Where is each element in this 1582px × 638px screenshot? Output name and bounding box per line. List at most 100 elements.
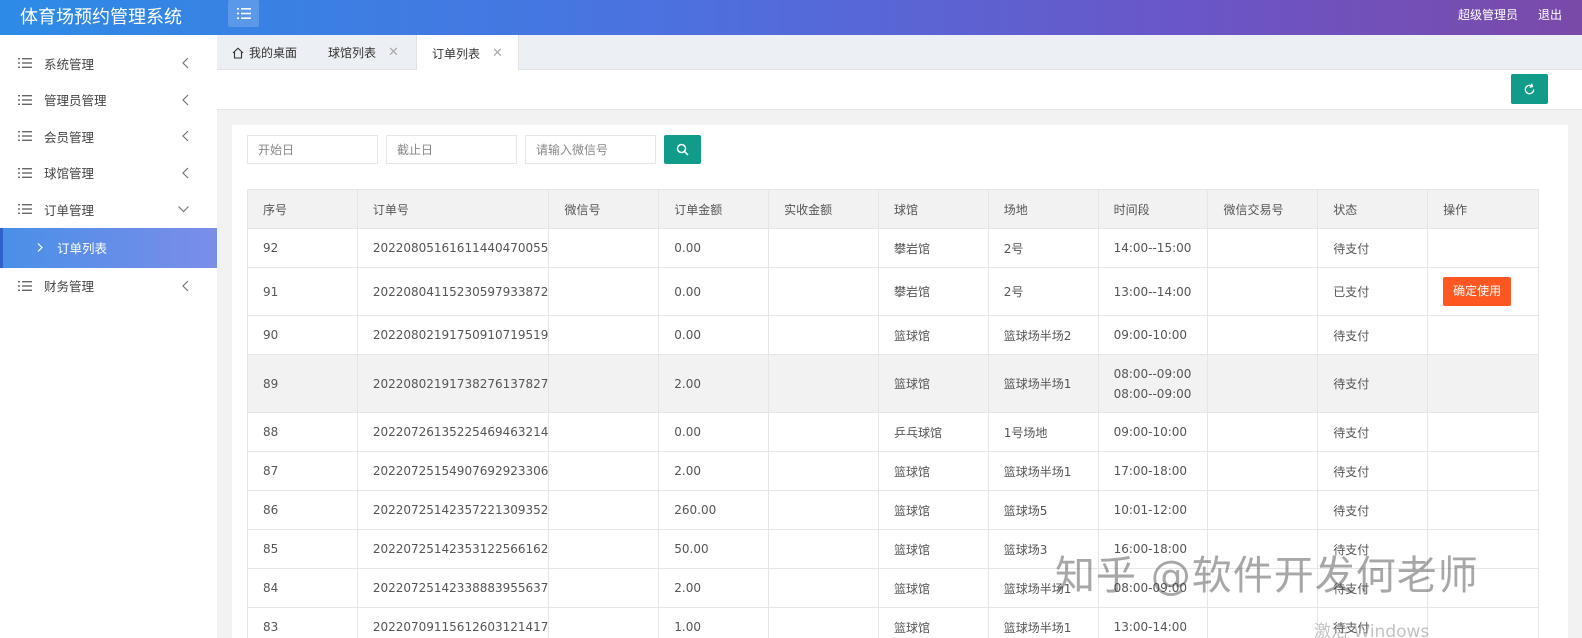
cell-id: 92: [247, 228, 358, 268]
sidebar-item-admin[interactable]: 管理员管理: [0, 82, 217, 119]
list-icon: [18, 131, 32, 142]
sidebar-item-order[interactable]: 订单管理: [0, 191, 217, 228]
cell-id: 86: [247, 490, 358, 530]
top-header: 体育场预约管理系统 超级管理员 退出: [0, 0, 1582, 35]
sidebar-subitem-label: 订单列表: [57, 241, 108, 256]
tab-desktop[interactable]: 我的桌面: [232, 35, 297, 70]
col-header: 序号: [247, 189, 358, 229]
cell-court: 篮球场半场2: [987, 315, 1099, 355]
cell-venue: 攀岩馆: [877, 228, 989, 268]
cell-court: 1号场地: [987, 412, 1099, 452]
search-button[interactable]: [664, 135, 701, 164]
cell-amount: 2.00: [658, 568, 770, 608]
cell-time: 13:00-14:00: [1097, 607, 1209, 638]
chevron-right-icon: [37, 243, 43, 252]
confirm-use-button[interactable]: 确定使用: [1443, 277, 1512, 306]
sidebar-item-finance[interactable]: 财务管理: [0, 268, 217, 305]
cell-venue: 篮球馆: [877, 354, 989, 413]
list-icon: [18, 204, 32, 215]
cell-wechat: [548, 267, 660, 316]
cell-status: 待支付: [1317, 315, 1429, 355]
col-header: 订单号: [356, 189, 550, 229]
sidebar-item-label: 球馆管理: [44, 166, 95, 182]
cell-status: 待支付: [1317, 568, 1429, 608]
cell-received: [768, 354, 879, 413]
cell-order-no: 20220725142338883955637: [356, 568, 550, 608]
cell-time: 08:00--09:00 08:00--09:00: [1097, 354, 1209, 413]
cell-status: 待支付: [1317, 451, 1429, 491]
cell-txn: [1207, 354, 1319, 413]
cell-court: 2号: [987, 228, 1099, 268]
cell-status: 待支付: [1317, 529, 1429, 569]
cell-amount: 1.00: [658, 607, 770, 638]
refresh-button[interactable]: [1511, 74, 1548, 104]
cell-time: 08:00-09:00: [1097, 568, 1209, 608]
wechat-search-input[interactable]: [525, 135, 656, 164]
menu-icon: [236, 8, 251, 19]
cell-order-no: 20220726135225469463214: [356, 412, 550, 452]
cell-action: [1427, 412, 1539, 452]
sidebar-subitem-order-list[interactable]: 订单列表: [0, 227, 217, 268]
cell-order-no: 20220725154907692923306: [356, 451, 550, 491]
cell-received: [768, 529, 879, 569]
cell-order-no: 20220804115230597933872: [356, 267, 550, 316]
orders-table: 序号 订单号 微信号 订单金额 实收金额 球馆 场地 时间段 微信交易号 状态 …: [247, 189, 1539, 638]
cell-action: 确定使用: [1427, 267, 1539, 316]
cell-amount: 0.00: [658, 267, 770, 316]
cell-wechat: [548, 315, 660, 355]
user-menu[interactable]: 超级管理员: [1458, 6, 1518, 23]
cell-wechat: [548, 607, 660, 638]
tab-label: 订单列表: [432, 46, 481, 61]
cell-venue: 篮球馆: [877, 451, 989, 491]
col-header: 时间段: [1097, 189, 1209, 229]
chevron-left-icon: [182, 57, 189, 69]
cell-action: [1427, 228, 1539, 268]
cell-wechat: [548, 529, 660, 569]
logout-link[interactable]: 退出: [1538, 6, 1562, 23]
table-row: 87 20220725154907692923306 2.00 篮球馆 篮球场半…: [247, 451, 1539, 491]
chevron-left-icon: [182, 167, 189, 179]
cell-received: [768, 315, 879, 355]
table-row: 84 20220725142338883955637 2.00 篮球馆 篮球场半…: [247, 568, 1539, 608]
cell-id: 90: [247, 315, 358, 355]
cell-action: [1427, 568, 1539, 608]
col-header: 订单金额: [658, 189, 770, 229]
cell-court: 2号: [987, 267, 1099, 316]
table-row: 86 20220725142357221309352 260.00 篮球馆 篮球…: [247, 490, 1539, 530]
list-icon: [18, 167, 32, 178]
cell-amount: 50.00: [658, 529, 770, 569]
list-icon: [18, 280, 32, 291]
cell-txn: [1207, 315, 1319, 355]
col-header: 操作: [1427, 189, 1539, 229]
tab-label: 球馆列表: [328, 46, 377, 60]
chevron-left-icon: [182, 94, 189, 106]
close-icon[interactable]: ✕: [492, 46, 503, 61]
start-date-input[interactable]: [247, 135, 378, 164]
col-header: 微信号: [548, 189, 660, 229]
search-icon: [676, 143, 689, 156]
cell-court: 篮球场半场1: [987, 354, 1099, 413]
menu-toggle-button[interactable]: [228, 0, 259, 27]
sidebar-item-member[interactable]: 会员管理: [0, 118, 217, 155]
cell-wechat: [548, 451, 660, 491]
cell-action: [1427, 529, 1539, 569]
cell-amount: 2.00: [658, 354, 770, 413]
cell-received: [768, 607, 879, 638]
sidebar-item-system[interactable]: 系统管理: [0, 45, 217, 82]
cell-amount: 2.00: [658, 451, 770, 491]
cell-time: 09:00-10:00: [1097, 315, 1209, 355]
close-icon[interactable]: ✕: [388, 45, 399, 60]
cell-time: 14:00--15:00: [1097, 228, 1209, 268]
sidebar-item-venue[interactable]: 球馆管理: [0, 155, 217, 192]
cell-received: [768, 568, 879, 608]
tab-venue-list[interactable]: 球馆列表 ✕: [328, 35, 399, 70]
sidebar-item-label: 系统管理: [44, 56, 95, 72]
end-date-input[interactable]: [386, 135, 517, 164]
cell-court: 篮球场5: [987, 490, 1099, 530]
cell-txn: [1207, 607, 1319, 638]
cell-court: 篮球场半场1: [987, 568, 1099, 608]
cell-action: [1427, 315, 1539, 355]
toolbar: [217, 70, 1582, 110]
tab-order-list[interactable]: 订单列表 ✕: [416, 35, 519, 71]
table-header-row: 序号 订单号 微信号 订单金额 实收金额 球馆 场地 时间段 微信交易号 状态 …: [247, 189, 1539, 229]
